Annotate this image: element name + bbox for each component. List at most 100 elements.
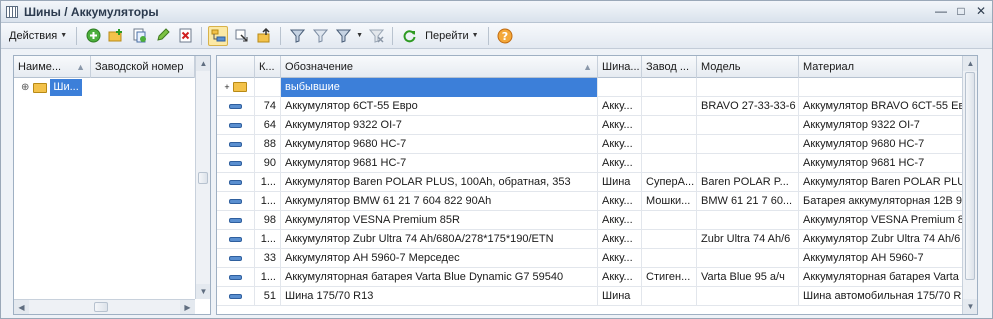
tire-cell: Акку...: [598, 211, 642, 230]
table-row[interactable]: 90 Аккумулятор 9681 НС-7 Акку... Аккумулято…: [217, 154, 962, 173]
clear-filter-button[interactable]: [366, 26, 386, 46]
code-cell: 1...: [255, 268, 281, 287]
item-icon: [229, 217, 242, 223]
column-header-model[interactable]: Модель: [697, 56, 799, 78]
goto-label: Перейти: [425, 29, 469, 42]
item-icon: [229, 274, 242, 280]
code-cell: 1...: [255, 173, 281, 192]
item-icon: [229, 103, 242, 109]
table-row[interactable]: 1... Аккумулятор BMW 61 21 7 604 822 90Ah…: [217, 192, 962, 211]
tree-row[interactable]: ⊕ Ши...: [14, 78, 195, 97]
copy-button[interactable]: [129, 26, 149, 46]
model-cell: [697, 135, 799, 154]
designation-cell: Аккумулятор 9322 OI-7: [281, 116, 598, 135]
column-header-tire[interactable]: Шина...: [598, 56, 642, 78]
tire-cell: Акку...: [598, 249, 642, 268]
column-header-serial[interactable]: Заводской номер: [91, 56, 195, 78]
filter-by-value-button[interactable]: [310, 26, 330, 46]
code-cell: 90: [255, 154, 281, 173]
scroll-left-icon[interactable]: ◀: [14, 300, 29, 314]
actions-menu[interactable]: Действия ▼: [6, 28, 70, 44]
scroll-thumb[interactable]: [198, 172, 208, 184]
column-header-material[interactable]: Материал: [799, 56, 962, 78]
main-window: Шины / Аккумуляторы — □ ✕ Действия ▼ ▼ П…: [0, 0, 993, 319]
code-cell: 88: [255, 135, 281, 154]
table-row[interactable]: 1... Аккумуляторная батарея Varta Blue Dy…: [217, 268, 962, 287]
edit-button[interactable]: [152, 26, 172, 46]
expand-icon[interactable]: +: [224, 82, 229, 92]
groups-tree-rows: ⊕ Ши...: [14, 78, 195, 97]
table-row[interactable]: 1... Аккумулятор Baren POLAR PLUS, 100Ah,…: [217, 173, 962, 192]
column-header-designation[interactable]: Обозначение ▲: [281, 56, 598, 78]
item-icon: [229, 141, 242, 147]
add-button[interactable]: [83, 26, 103, 46]
sort-asc-icon: ▲: [583, 62, 592, 72]
column-header-factory[interactable]: Завод ...: [642, 56, 697, 78]
chevron-down-icon[interactable]: ▼: [356, 32, 363, 39]
pencil-icon: [156, 28, 170, 41]
model-cell: BMW 61 21 7 60...: [697, 192, 799, 211]
factory-cell: СуперА...: [642, 173, 697, 192]
table-row[interactable]: 64 Аккумулятор 9322 OI-7 Акку... Аккумулято…: [217, 116, 962, 135]
move-to-group-button[interactable]: [231, 26, 251, 46]
material-cell: Аккумулятор АН 5960-7: [803, 252, 924, 264]
maximize-button[interactable]: □: [954, 4, 968, 18]
filter-history-icon: [335, 29, 351, 43]
level-up-button[interactable]: [254, 26, 274, 46]
code-cell: [255, 78, 281, 97]
table-row[interactable]: 98 Аккумулятор VESNA Premium 85R Акку... Ак…: [217, 211, 962, 230]
vertical-scrollbar[interactable]: ▲ ▼: [195, 56, 210, 299]
designation-cell: Аккумулятор Baren POLAR PLUS, 100Ah, обр…: [281, 173, 598, 192]
factory-cell: [642, 135, 697, 154]
horizontal-scrollbar[interactable]: ◀ ▶: [14, 299, 195, 314]
folder-row[interactable]: + выбывшие: [217, 78, 962, 97]
factory-cell: [642, 249, 697, 268]
scroll-right-icon[interactable]: ▶: [180, 300, 195, 314]
filter-history-button[interactable]: [333, 26, 353, 46]
filter-button[interactable]: [287, 26, 307, 46]
delete-button[interactable]: [175, 26, 195, 46]
item-icon: [229, 122, 242, 128]
tire-cell: Акку...: [598, 154, 642, 173]
factory-cell: [642, 287, 697, 306]
tire-cell: Шина: [598, 173, 642, 192]
material-cell: Аккумулятор 9681 НС-7: [803, 157, 925, 169]
table-row[interactable]: 88 Аккумулятор 9680 НС-7 Акку... Аккумулято…: [217, 135, 962, 154]
window-title: Шины / Аккумуляторы: [24, 4, 159, 19]
tree-node-label[interactable]: Ши...: [50, 79, 82, 96]
vertical-scrollbar[interactable]: ▲ ▼: [962, 56, 977, 314]
column-header-name[interactable]: Наиме... ▲: [14, 56, 91, 78]
item-icon: [229, 293, 242, 299]
tire-cell: Акку...: [598, 230, 642, 249]
table-row[interactable]: 51 Шина 175/70 R13 Шина Шина автомобильная …: [217, 287, 962, 306]
scroll-down-icon[interactable]: ▼: [196, 284, 210, 299]
help-button[interactable]: ?: [495, 26, 515, 46]
scroll-thumb[interactable]: [94, 302, 108, 312]
svg-text:?: ?: [501, 30, 507, 43]
copy-icon: [133, 28, 146, 43]
items-list-panel: К... Обозначение ▲ Шина... Завод ... Мод…: [216, 55, 978, 315]
goto-menu[interactable]: Перейти ▼: [422, 28, 482, 44]
add-folder-button[interactable]: [106, 26, 126, 46]
table-row[interactable]: 1... Аккумулятор Zubr Ultra 74 Ah/680A/27…: [217, 230, 962, 249]
scroll-up-icon[interactable]: ▲: [963, 56, 977, 71]
close-button[interactable]: ✕: [974, 4, 988, 18]
table-row[interactable]: 33 Аккумулятор АН 5960-7 Мерседес Акку... А…: [217, 249, 962, 268]
material-cell: Батарея аккумуляторная 12В 9: [803, 195, 962, 207]
minimize-button[interactable]: —: [934, 4, 948, 18]
code-cell: 51: [255, 287, 281, 306]
scroll-up-icon[interactable]: ▲: [196, 56, 210, 71]
hierarchy-view-button[interactable]: [208, 25, 229, 46]
material-cell: Аккумулятор 9322 OI-7: [803, 119, 920, 131]
hierarchy-icon: [211, 29, 226, 42]
row-icon-cell: [217, 249, 255, 268]
scroll-thumb[interactable]: [965, 72, 975, 280]
column-header-code[interactable]: К...: [255, 56, 281, 78]
refresh-button[interactable]: [399, 26, 419, 46]
expand-icon[interactable]: ⊕: [21, 79, 29, 97]
table-row[interactable]: 74 Аккумулятор 6СТ-55 Евро Акку... BRAVO 27…: [217, 97, 962, 116]
row-icon-cell: [217, 97, 255, 116]
designation-cell[interactable]: выбывшие: [281, 78, 598, 97]
scroll-down-icon[interactable]: ▼: [963, 299, 977, 314]
filter-value-icon: [312, 29, 328, 43]
